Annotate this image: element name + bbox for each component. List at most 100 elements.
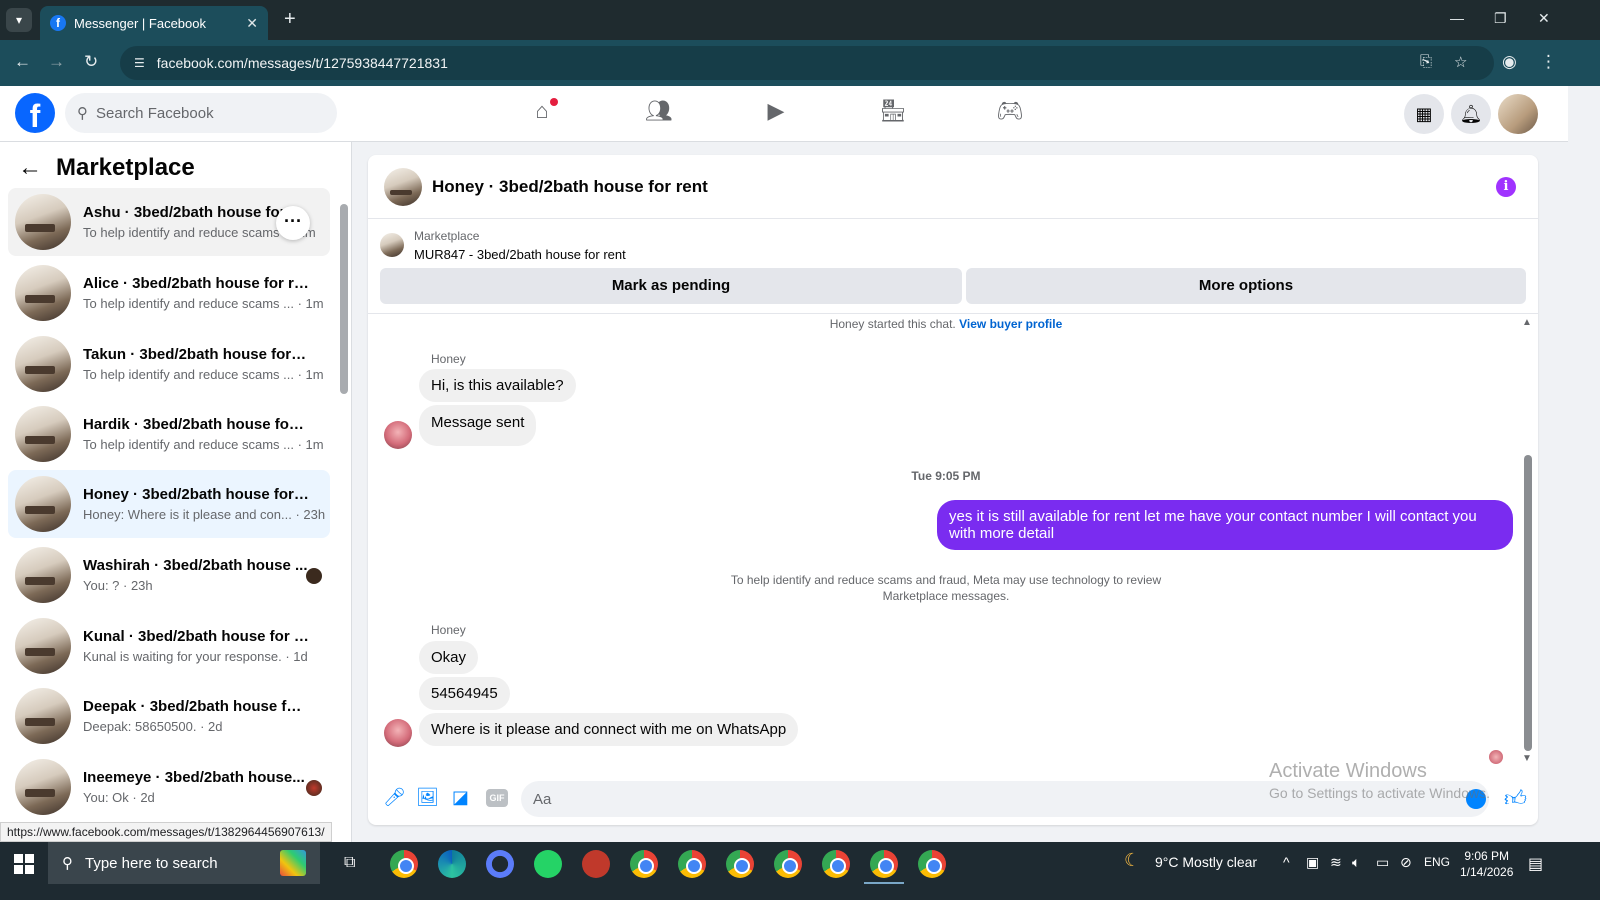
mark-as-pending-button[interactable]: Mark as pending [380,268,962,304]
close-window-button[interactable]: ✕ [1538,10,1550,27]
chrome-profile-icon[interactable] [726,850,754,878]
wifi-icon[interactable]: ≋ [1330,854,1342,871]
info-icon[interactable]: i [1496,177,1516,197]
conversation-preview: To help identify and reduce scams ... · … [83,367,324,382]
message-bubble[interactable]: Okay [419,641,479,674]
notification-center-icon[interactable]: ▤ [1528,854,1543,874]
site-info-icon[interactable]: ☰ [134,56,145,70]
sticker-icon[interactable]: ◪ [452,787,469,808]
gif-icon[interactable]: GIF [486,789,508,807]
minimize-button[interactable]: — [1450,10,1464,26]
more-options-button[interactable]: More options [966,268,1526,304]
message-bubble[interactable]: Where is it please and connect with me o… [419,713,799,746]
view-buyer-profile-link[interactable]: View buyer profile [959,317,1062,331]
gaming-icon[interactable]: 🎮︎ [994,98,1026,130]
home-icon[interactable]: ⌂ [526,98,558,130]
message-bubble[interactable]: Hi, is this available? [419,369,576,402]
chat-header: Honey · 3bed/2bath house for rent i [368,155,1538,219]
weather-icon[interactable]: ☾ [1124,850,1140,871]
reload-icon[interactable]: ↻ [84,52,98,72]
conversation-item[interactable]: Takun · 3bed/2bath house for rent To help… [8,330,330,398]
new-tab-button[interactable]: + [284,8,296,31]
message-bubble[interactable]: 54564945 [419,677,510,710]
search-facebook-field[interactable]: ⚲ Search Facebook [65,93,337,133]
url-field[interactable]: ☰ facebook.com/messages/t/12759384477218… [120,46,1494,80]
volume-icon[interactable]: 🔈︎ [1352,854,1360,871]
chrome-profile-icon[interactable] [918,850,946,878]
whatsapp-icon[interactable] [534,850,562,878]
notifications-bell-icon[interactable]: 🔔︎ [1451,94,1491,134]
tab-close-icon[interactable]: ✕ [246,15,258,32]
listing-title: MUR847 - 3bed/2bath house for rent [414,247,626,262]
language-indicator[interactable]: ENG [1424,855,1450,869]
sender-avatar[interactable] [384,719,412,747]
chrome-profile-icon-active[interactable] [870,850,898,878]
browser-address-bar: ← → ↻ ☰ facebook.com/messages/t/12759384… [0,40,1600,86]
task-view-icon[interactable]: ⧉ [344,854,355,872]
video-icon[interactable]: ▶ [760,98,792,130]
show-hidden-icons[interactable]: ^ [1283,854,1290,870]
chrome-icon[interactable] [390,850,418,878]
facebook-logo[interactable]: f [15,93,55,133]
search-highlight-icon[interactable] [280,850,306,876]
back-icon[interactable]: ← [14,52,31,72]
conversation-item[interactable]: Alice · 3bed/2bath house for rent To help… [8,259,330,327]
conversation-item[interactable]: Ashu · 3bed/2bath house for rent To help … [8,188,330,256]
conversation-item[interactable]: Ineemeye · 3bed/2bath house... You: Ok · … [8,753,330,821]
like-thumb-icon[interactable]: 👍︎ [1504,785,1527,812]
chrome-profile-icon[interactable] [630,850,658,878]
listing-thumbnail[interactable] [384,167,422,206]
edge-icon[interactable] [438,850,466,878]
network-icon[interactable]: ⊘ [1400,854,1412,871]
install-app-icon[interactable]: ⎘ [1420,53,1432,70]
scroll-down-arrow[interactable]: ▼ [1522,753,1532,764]
friends-icon[interactable]: 👥︎ [643,98,675,130]
back-arrow-icon[interactable]: ← [18,154,42,182]
divider [368,313,1538,314]
conversation-item[interactable]: Hardik · 3bed/2bath house for r... To hel… [8,400,330,468]
bookmark-star-icon[interactable]: ☆ [1454,53,1467,71]
listing-info[interactable]: Marketplace MUR847 - 3bed/2bath house fo… [380,229,626,262]
battery-icon[interactable]: ▭ [1376,854,1389,871]
menu-grid-icon[interactable]: ▦ [1404,94,1444,134]
sidebar-scrollbar[interactable] [340,204,348,394]
tab-search-dropdown[interactable]: ▾ [6,8,32,32]
facebook-favicon: f [50,15,66,31]
profile-icon[interactable]: ◉ [1502,52,1517,72]
photo-icon[interactable]: 🖼︎ [416,787,439,808]
chrome-profile-icon[interactable] [678,850,706,878]
marketplace-icon[interactable]: 🏪︎ [877,98,909,130]
page-scrollbar[interactable] [1568,86,1600,844]
sidebar-title: Marketplace [56,154,195,181]
clock-app-icon[interactable] [486,850,514,878]
chrome-profile-icon[interactable] [774,850,802,878]
wps-icon[interactable] [582,850,610,878]
restore-button[interactable]: ❐ [1494,10,1507,27]
my-message-bubble[interactable]: yes it is still available for rent let m… [937,500,1513,550]
conversation-item[interactable]: Kunal · 3bed/2bath house for rent Kunal i… [8,612,330,680]
browser-tab[interactable]: f Messenger | Facebook ✕ [40,6,268,40]
conversation-item[interactable]: Deepak · 3bed/2bath house for ... Deepak:… [8,682,330,750]
tab-title: Messenger | Facebook [74,15,206,31]
sender-avatar[interactable] [384,421,412,449]
chat-scrollbar[interactable] [1524,455,1532,751]
chrome-profile-icon[interactable] [822,850,850,878]
microphone-icon[interactable]: 🎤︎ [383,787,406,808]
chat-title[interactable]: Honey · 3bed/2bath house for rent [432,177,708,197]
conversation-item-selected[interactable]: Honey · 3bed/2bath house for r... Honey: … [8,470,330,538]
message-bubble[interactable]: Message sent [419,405,537,446]
forward-icon[interactable]: → [48,52,65,72]
system-clock[interactable]: 9:06 PM 1/14/2026 [1460,848,1513,880]
device-icon[interactable]: ▣ [1306,854,1319,871]
account-avatar[interactable] [1498,94,1538,134]
weather-text[interactable]: 9°C Mostly clear [1155,854,1257,870]
windows-start-icon[interactable] [14,854,34,874]
sender-name: Honey [431,352,466,366]
listing-thumbnail [15,618,71,674]
search-placeholder: Search Facebook [96,104,214,122]
listing-thumbnail [380,233,404,257]
browser-menu-icon[interactable]: ⋮ [1540,52,1557,72]
more-options-icon[interactable]: ··· [276,206,310,240]
scroll-up-arrow[interactable]: ▲ [1522,317,1532,328]
conversation-item[interactable]: Washirah · 3bed/2bath house ... You: ? · … [8,541,330,609]
